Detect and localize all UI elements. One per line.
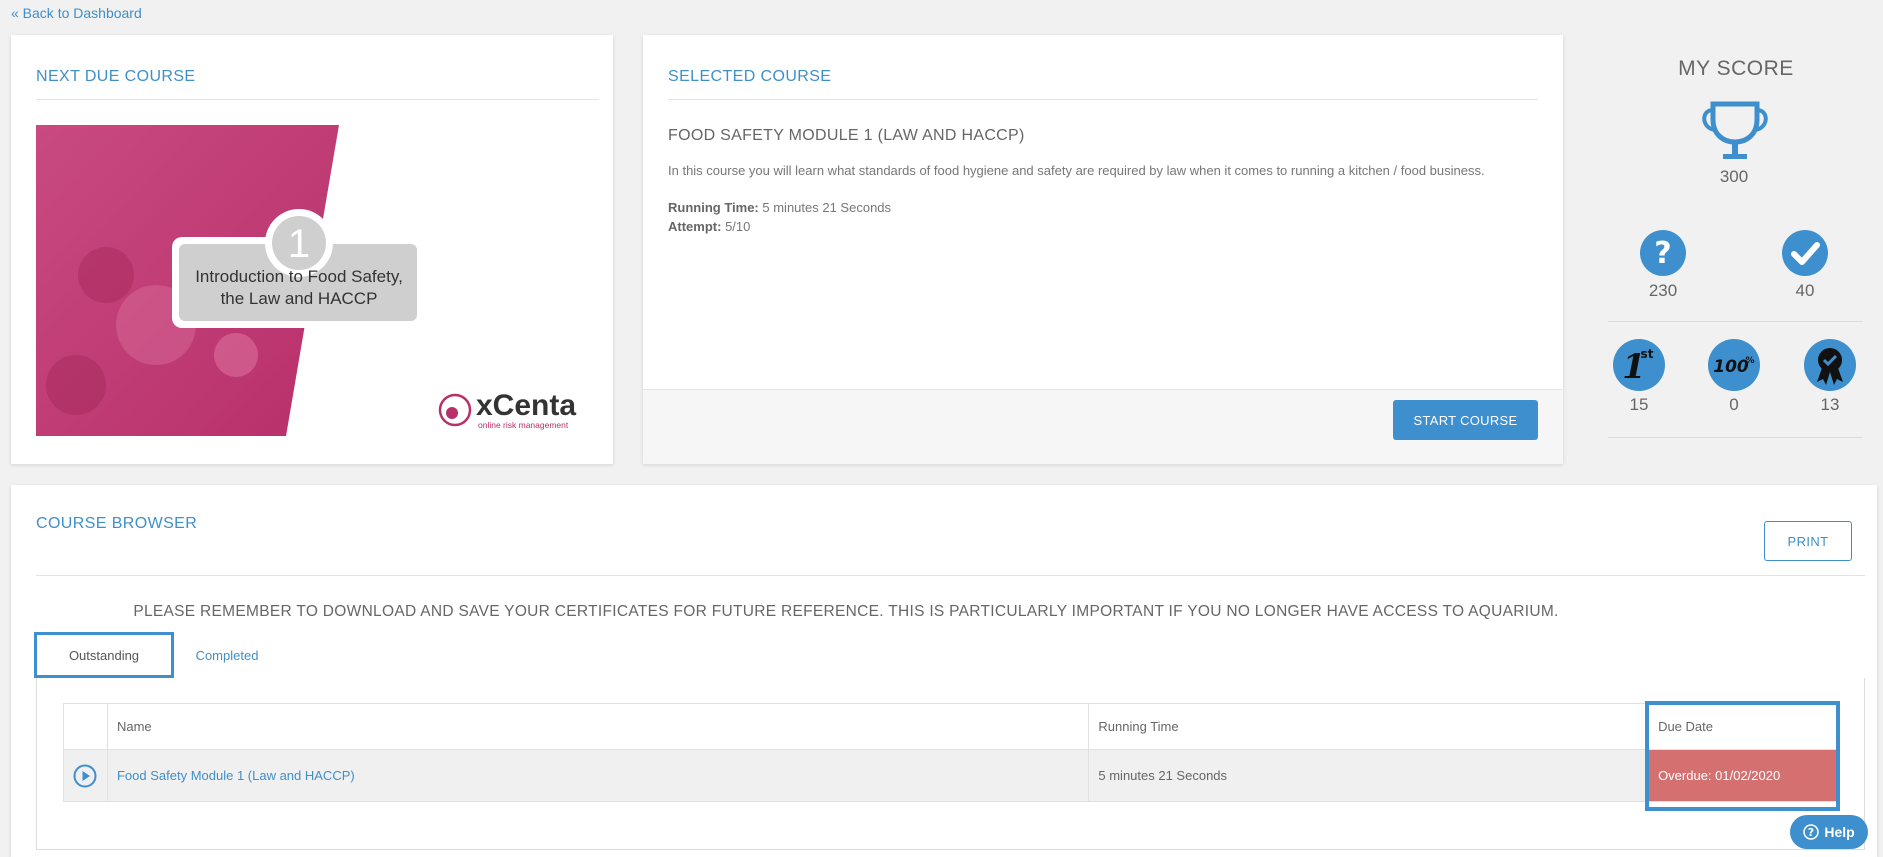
caption-line-1: Introduction to Food Safety, [195, 267, 403, 286]
svg-text:online risk management: online risk management [478, 420, 569, 430]
course-name: FOOD SAFETY MODULE 1 (LAW AND HACCP) [668, 127, 1025, 144]
due-date-highlight [1645, 701, 1840, 811]
column-header-running-time[interactable]: Running Time [1088, 703, 1650, 750]
column-header-name[interactable]: Name [106, 703, 1090, 750]
help-icon: ? [1803, 824, 1820, 840]
attempt: Attempt: 5/10 [668, 219, 750, 234]
perfect-count: 0 [1729, 395, 1739, 414]
running-time-label: Running Time: [668, 200, 759, 215]
start-course-button[interactable]: START COURSE [1393, 400, 1538, 440]
next-due-course-title: NEXT DUE COURSE [36, 68, 196, 85]
course-table: Name Running Time Due Date Food Safety M… [63, 703, 1837, 802]
course-name-cell[interactable]: Food Safety Module 1 (Law and HACCP) [106, 749, 1090, 802]
question-icon: ? [1640, 230, 1686, 276]
table-header-row: Name Running Time Due Date [63, 703, 1837, 750]
first-place-icon: 1 st [1613, 339, 1665, 391]
attempt-value: 5/10 [725, 219, 751, 234]
table-row[interactable]: Food Safety Module 1 (Law and HACCP) 5 m… [63, 749, 1837, 802]
print-button[interactable]: PRINT [1764, 521, 1852, 561]
xcenta-logo: xCenta online risk management [438, 389, 576, 430]
course-browser-card: COURSE BROWSER PRINT PLEASE REMEMBER TO … [11, 485, 1877, 857]
help-button[interactable]: ? Help [1790, 815, 1868, 849]
score-divider [1608, 321, 1863, 322]
svg-text:%: % [1745, 356, 1754, 366]
svg-text:xCenta: xCenta [476, 389, 576, 422]
tab-outstanding[interactable]: Outstanding [34, 632, 174, 678]
hundred-percent-icon: 100 % [1708, 339, 1760, 391]
certificate-notice: PLEASE REMEMBER TO DOWNLOAD AND SAVE YOU… [133, 603, 1559, 620]
divider [668, 99, 1538, 100]
correct-count: 40 [1795, 281, 1815, 300]
svg-text:st: st [1641, 347, 1654, 361]
first-place-count: 15 [1629, 395, 1649, 414]
play-icon[interactable] [73, 764, 97, 788]
running-time-cell: 5 minutes 21 Seconds [1088, 749, 1650, 802]
attempt-label: Attempt: [668, 219, 722, 234]
my-score-title: MY SCORE [1678, 57, 1794, 80]
course-thumbnail[interactable]: 1 Introduction to Food Safety, the Law a… [36, 125, 586, 436]
svg-text:100: 100 [1713, 357, 1749, 377]
tab-completed[interactable]: Completed [171, 632, 283, 678]
ribbon-badge-icon [1804, 339, 1856, 391]
course-name-link[interactable]: Food Safety Module 1 (Law and HACCP) [117, 768, 355, 783]
total-score: 300 [1719, 167, 1749, 186]
svg-text:?: ? [1808, 826, 1814, 839]
next-due-course-card: NEXT DUE COURSE 1 Introduction to Food S… [11, 35, 613, 464]
course-browser-title: COURSE BROWSER [36, 515, 198, 532]
selected-course-footer: START COURSE [643, 389, 1563, 464]
back-to-dashboard-link[interactable]: « Back to Dashboard [11, 5, 142, 21]
questions-count: 230 [1648, 281, 1678, 300]
selected-course-card: SELECTED COURSE FOOD SAFETY MODULE 1 (LA… [643, 35, 1563, 464]
module-number: 1 [288, 222, 310, 266]
badges-count: 13 [1820, 395, 1840, 414]
course-description: In this course you will learn what stand… [668, 163, 1485, 178]
divider [36, 99, 599, 100]
divider [36, 575, 1865, 576]
check-icon [1782, 230, 1828, 276]
running-time: Running Time: 5 minutes 21 Seconds [668, 200, 891, 215]
svg-text:?: ? [1654, 236, 1671, 271]
score-divider [1608, 437, 1863, 438]
column-header-action [63, 703, 108, 750]
running-time-value: 5 minutes 21 Seconds [762, 200, 892, 215]
trophy-icon [1702, 101, 1768, 159]
play-cell[interactable] [63, 749, 108, 802]
selected-course-title: SELECTED COURSE [668, 68, 832, 85]
help-label: Help [1824, 824, 1855, 840]
caption-line-2: the Law and HACCP [221, 289, 378, 308]
